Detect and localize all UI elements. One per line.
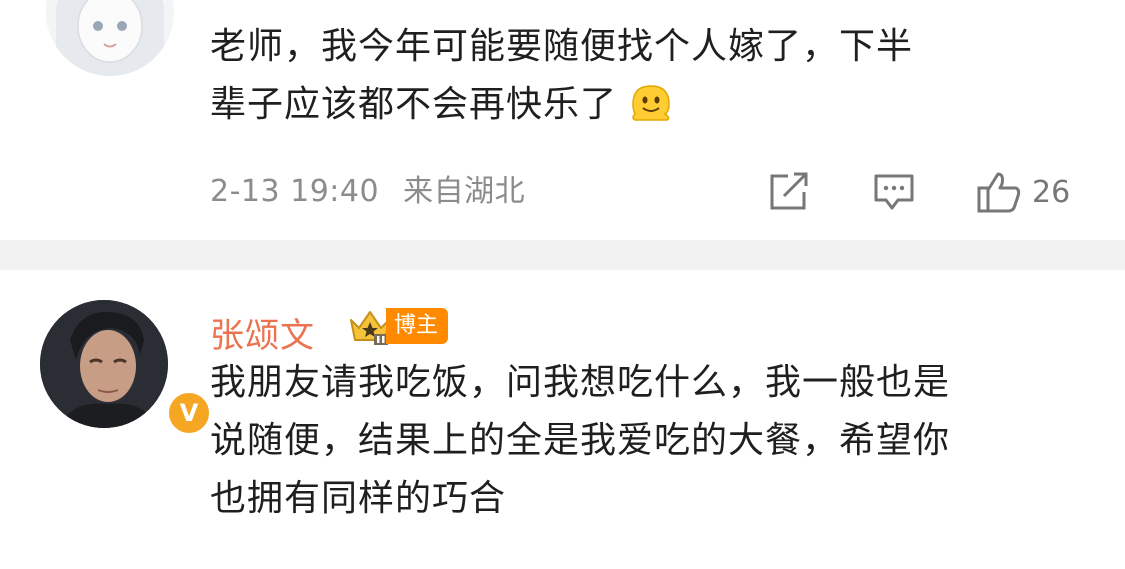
comment-text: 我朋友请我吃饭，问我想吃什么，我一般也是 说随便，结果上的全是我爱吃的大餐，希望…	[210, 354, 950, 528]
badge-label: 博主	[386, 308, 449, 344]
comment-meta: 2-13 19:40 来自湖北	[210, 166, 539, 210]
comment-icon	[874, 174, 914, 210]
comment-card: 老师，我今年可能要随便找个人嫁了，下半 辈子应该都不会再快乐了 2-13 19:…	[0, 0, 1125, 240]
like-count: 26	[1032, 174, 1071, 210]
comment-separator	[0, 240, 1125, 270]
man-portrait-icon	[40, 300, 168, 428]
reply-button[interactable]	[872, 172, 916, 212]
avatar-photo	[40, 300, 168, 428]
blogger-badge: 博主	[348, 306, 449, 346]
share-icon	[770, 172, 808, 210]
melting-face-icon	[632, 85, 671, 121]
comment-location: 来自湖北	[403, 174, 526, 209]
username-partial	[210, 0, 380, 4]
comment-text: 老师，我今年可能要随便找个人嫁了，下半 辈子应该都不会再快乐了	[210, 18, 913, 134]
anime-girl-icon	[46, 0, 174, 76]
like-button[interactable]: 26	[976, 172, 1071, 213]
username[interactable]: 张颂文	[210, 308, 315, 357]
comment-time: 2-13 19:40	[210, 174, 380, 209]
comment-line: 也拥有同样的巧合	[210, 478, 507, 519]
verified-badge: V	[166, 390, 212, 436]
comment-card: V 张颂文 博主 我朋友请我吃饭，问我想吃什么，我一般也是 说随便，结果上的全是…	[0, 270, 1125, 569]
thumbs-up-icon	[977, 172, 1021, 213]
user-avatar[interactable]: V	[40, 300, 212, 436]
comment-line: 说随便，结果上的全是我爱吃的大餐，希望你	[210, 420, 951, 461]
user-avatar[interactable]	[46, 0, 174, 76]
comment-line: 辈子应该都不会再快乐了	[210, 76, 913, 134]
comment-line: 我朋友请我吃饭，问我想吃什么，我一般也是	[210, 362, 951, 403]
share-button[interactable]	[768, 172, 810, 212]
comment-line: 老师，我今年可能要随便找个人嫁了，下半	[210, 26, 914, 67]
